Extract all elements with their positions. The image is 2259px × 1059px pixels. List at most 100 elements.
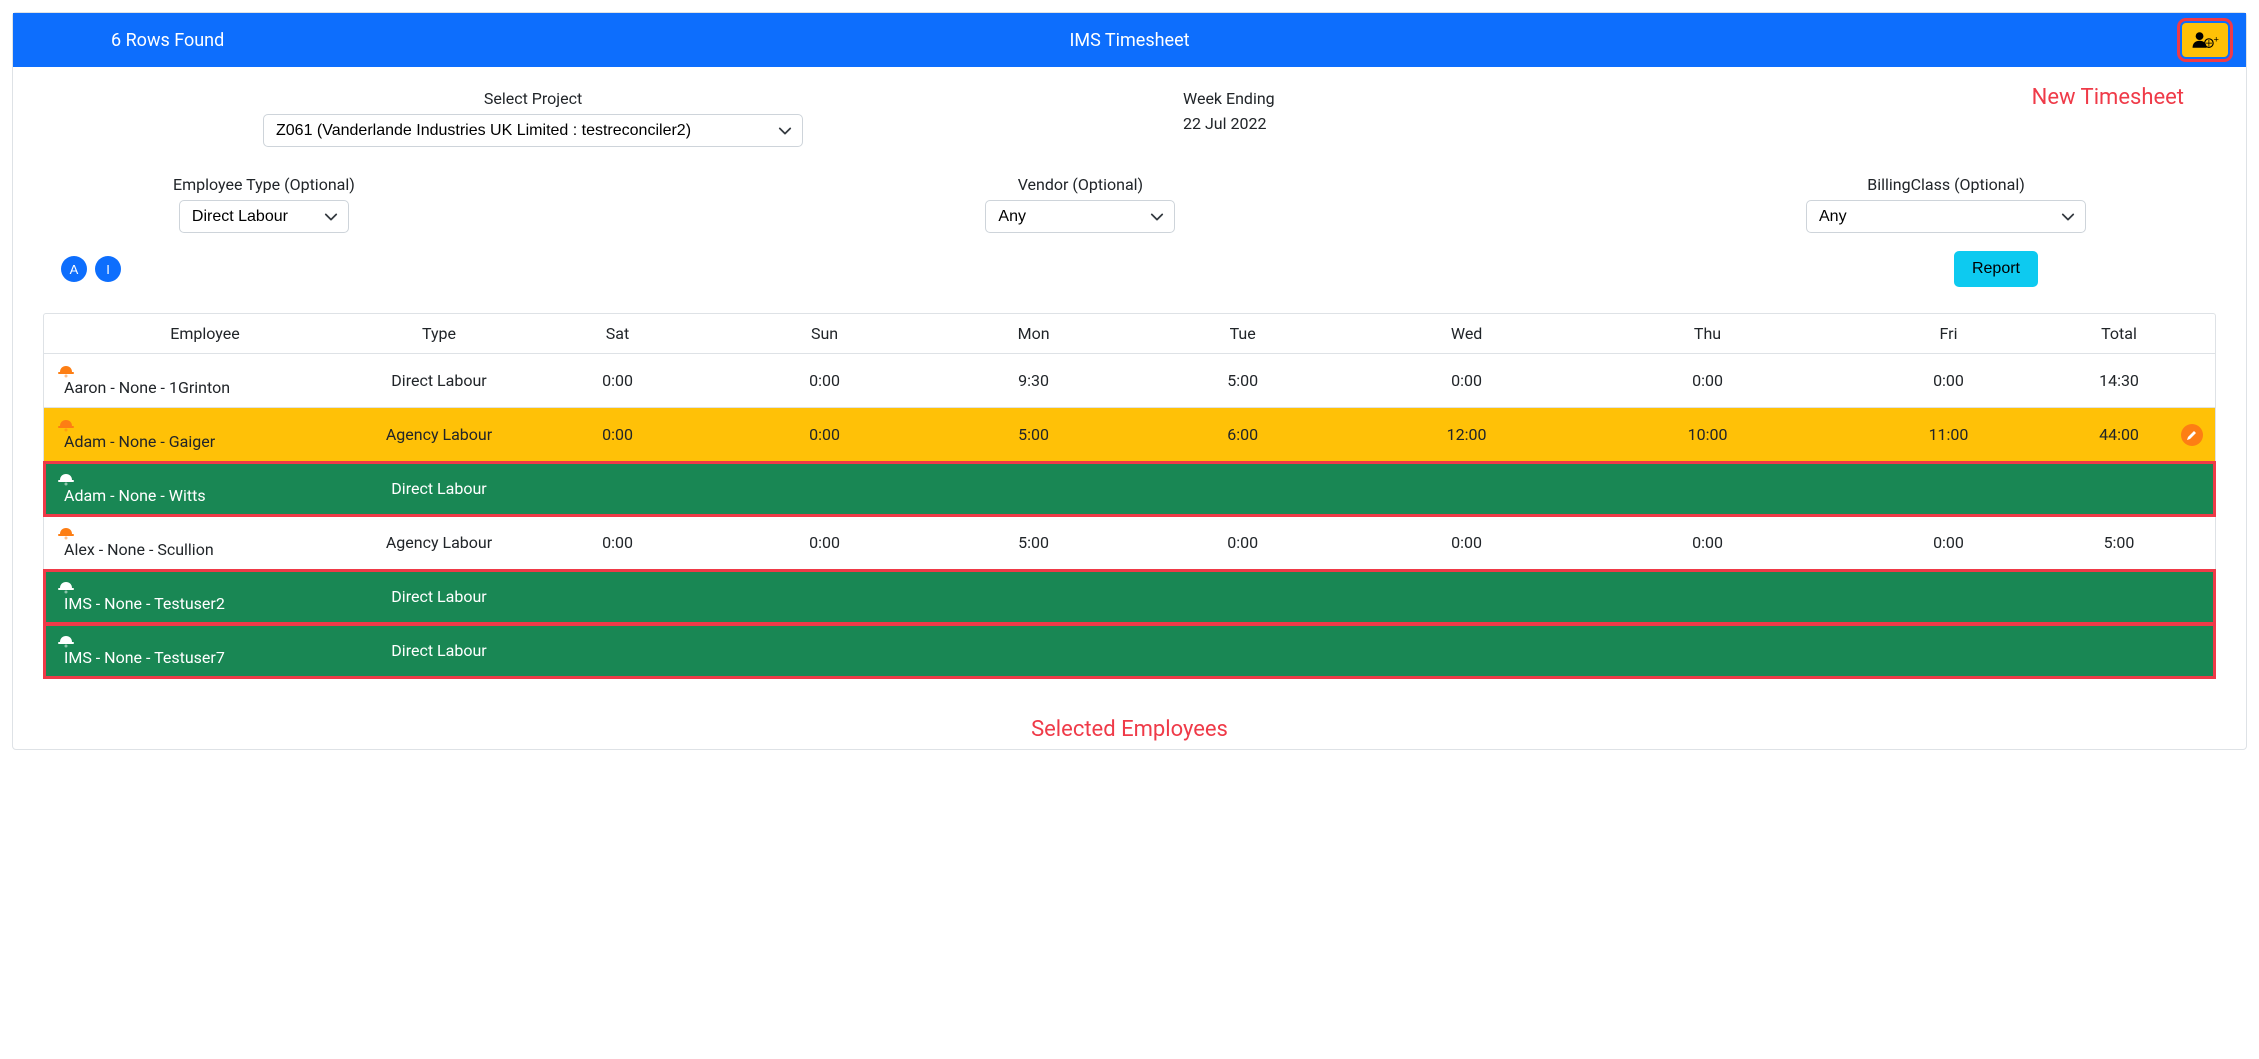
type-cell: Direct Labour [364,462,514,516]
table-header-row: Employee Type Sat Sun Mon Tue Wed Thu Fr… [44,314,2215,354]
rows-found-label: 6 Rows Found [31,30,224,51]
letter-filter-a[interactable]: A [61,256,87,282]
thu-cell [1587,624,1828,678]
vendor-select[interactable]: Any [985,200,1175,233]
sun-cell: 0:00 [721,354,928,408]
mon-cell: 5:00 [928,408,1139,462]
action-cell [2169,516,2215,570]
worker-icon [58,526,352,540]
action-cell [2169,462,2215,516]
type-cell: Agency Labour [364,408,514,462]
letter-filter-i[interactable]: I [95,256,121,282]
wed-cell: 12:00 [1346,408,1587,462]
week-ending-label: Week Ending [1183,89,1275,108]
type-cell: Direct Labour [364,624,514,678]
annotation-selected-employees: Selected Employees [1031,717,1228,742]
billing-label: BillingClass (Optional) [1867,175,2025,194]
col-total: Total [2069,314,2169,354]
tue-cell: 5:00 [1139,354,1346,408]
thu-cell [1587,462,1828,516]
employee-name: Adam - None - Gaiger [64,432,215,451]
table-row[interactable]: IMS - None - Testuser7 Direct Labour [44,624,2215,678]
employee-name: Adam - None - Witts [64,486,206,505]
project-label: Select Project [484,89,582,108]
report-button[interactable]: Report [1954,251,2038,287]
sun-cell: 0:00 [721,408,928,462]
fri-cell: 11:00 [1828,408,2069,462]
total-cell [2069,462,2169,516]
thu-cell: 0:00 [1587,354,1828,408]
col-actions [2169,314,2215,354]
project-select[interactable]: Z061 (Vanderlande Industries UK Limited … [263,114,803,147]
col-mon: Mon [928,314,1139,354]
emptype-label: Employee Type (Optional) [173,175,355,194]
wed-cell: 0:00 [1346,516,1587,570]
edit-button[interactable] [2181,424,2203,446]
wed-cell [1346,624,1587,678]
thu-cell [1587,570,1828,624]
sat-cell: 0:00 [514,408,721,462]
total-cell: 44:00 [2069,408,2169,462]
table-row[interactable]: Adam - None - Gaiger Agency Labour 0:00 … [44,408,2215,462]
wed-cell: 0:00 [1346,354,1587,408]
worker-icon [58,364,352,378]
thu-cell: 0:00 [1587,516,1828,570]
table-row[interactable]: IMS - None - Testuser2 Direct Labour [44,570,2215,624]
action-cell [2169,624,2215,678]
action-cell [2169,570,2215,624]
vendor-label: Vendor (Optional) [1018,175,1143,194]
table-row[interactable]: Adam - None - Witts Direct Labour [44,462,2215,516]
employee-cell: Alex - None - Scullion [44,516,364,570]
col-employee: Employee [44,314,364,354]
wed-cell [1346,570,1587,624]
employee-cell: Aaron - None - 1Grinton [44,354,364,408]
total-cell: 5:00 [2069,516,2169,570]
sun-cell [721,570,928,624]
tue-cell [1139,462,1346,516]
timesheet-table-wrap: Employee Type Sat Sun Mon Tue Wed Thu Fr… [43,313,2216,679]
wed-cell [1346,462,1587,516]
table-row[interactable]: Alex - None - Scullion Agency Labour 0:0… [44,516,2215,570]
tue-cell [1139,570,1346,624]
person-plus-icon: + [2191,30,2219,50]
col-sat: Sat [514,314,721,354]
col-wed: Wed [1346,314,1587,354]
employee-name: Alex - None - Scullion [64,540,214,559]
employee-name: Aaron - None - 1Grinton [64,378,230,397]
sat-cell [514,570,721,624]
fri-cell [1828,624,2069,678]
mon-cell: 5:00 [928,516,1139,570]
sat-cell [514,462,721,516]
sat-cell: 0:00 [514,354,721,408]
mon-cell [928,624,1139,678]
type-cell: Agency Labour [364,516,514,570]
employee-cell: Adam - None - Gaiger [44,408,364,462]
billing-select[interactable]: Any [1806,200,2086,233]
worker-icon [58,472,352,486]
employee-name: IMS - None - Testuser7 [64,648,225,667]
emptype-select[interactable]: Direct Labour [179,200,349,233]
employee-cell: IMS - None - Testuser7 [44,624,364,678]
type-cell: Direct Labour [364,354,514,408]
worker-icon [58,418,352,432]
svg-text:+: + [2214,34,2219,44]
new-timesheet-button[interactable]: + [2182,23,2228,57]
sat-cell: 0:00 [514,516,721,570]
total-cell [2069,570,2169,624]
col-sun: Sun [721,314,928,354]
tue-cell: 6:00 [1139,408,1346,462]
mon-cell: 9:30 [928,354,1139,408]
col-fri: Fri [1828,314,2069,354]
total-cell [2069,624,2169,678]
employee-cell: IMS - None - Testuser2 [44,570,364,624]
fri-cell: 0:00 [1828,354,2069,408]
tue-cell [1139,624,1346,678]
table-row[interactable]: Aaron - None - 1Grinton Direct Labour 0:… [44,354,2215,408]
filter-panel: Select Project Z061 (Vanderlande Industr… [13,67,2246,301]
action-cell [2169,408,2215,462]
tue-cell: 0:00 [1139,516,1346,570]
page-title: IMS Timesheet [1069,30,1189,51]
col-type: Type [364,314,514,354]
employee-name: IMS - None - Testuser2 [64,594,225,613]
employee-cell: Adam - None - Witts [44,462,364,516]
